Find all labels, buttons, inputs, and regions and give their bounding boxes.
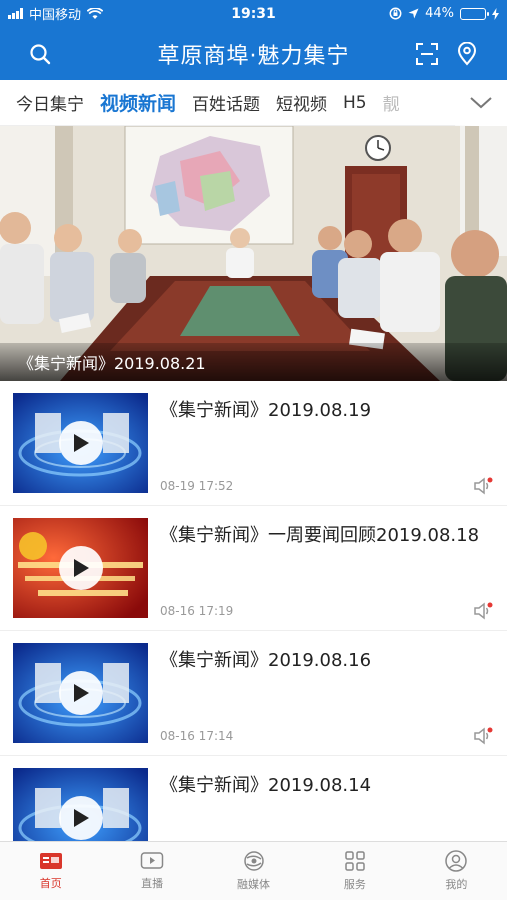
play-button[interactable]	[58, 421, 103, 465]
rotation-lock-icon	[389, 7, 402, 20]
chevron-down-icon	[470, 97, 492, 109]
news-title: 《集宁新闻》一周要闻回顾2019.08.18	[160, 525, 480, 546]
media-icon	[243, 851, 264, 871]
nav-media[interactable]: 融媒体	[203, 842, 304, 900]
video-thumbnail[interactable]	[13, 518, 148, 618]
news-date: 08-16 17:14	[160, 729, 234, 743]
category-tabs: 今日集宁 视频新闻 百姓话题 短视频 H5 靓	[0, 80, 507, 126]
battery-percent: 44%	[425, 6, 454, 21]
news-list: 《集宁新闻》2019.08.19 08-19 17:52 《集宁新闻》一周要闻回…	[0, 381, 507, 841]
news-date: 08-16 17:19	[160, 604, 234, 618]
tab-h5[interactable]: H5	[335, 93, 375, 113]
wifi-icon	[87, 7, 104, 19]
play-icon	[73, 684, 89, 702]
play-button[interactable]	[58, 546, 103, 590]
nav-services[interactable]: 服务	[304, 842, 405, 900]
location-arrow-icon	[408, 8, 419, 19]
location-button[interactable]	[447, 27, 487, 80]
status-bar: 中国移动 19:31 44%	[0, 0, 507, 27]
nav-services-label: 服务	[343, 878, 366, 891]
search-icon	[30, 43, 51, 64]
news-item[interactable]: 《集宁新闻》一周要闻回顾2019.08.18 08-16 17:19	[0, 506, 507, 631]
tab-public-topics[interactable]: 百姓话题	[184, 90, 268, 115]
video-thumbnail[interactable]	[13, 643, 148, 743]
nav-profile[interactable]: 我的	[406, 842, 507, 900]
news-title: 《集宁新闻》2019.08.14	[160, 775, 372, 796]
audio-icon[interactable]	[473, 727, 493, 745]
video-thumbnail[interactable]	[13, 393, 148, 493]
battery-icon	[460, 7, 489, 20]
search-button[interactable]	[20, 27, 60, 80]
hero-caption: 《集宁新闻》2019.08.21	[0, 343, 507, 381]
app-header: 中国移动 19:31 44% 草原商埠·魅力集宁	[0, 0, 507, 80]
nav-profile-label: 我的	[445, 878, 468, 891]
play-icon	[73, 434, 89, 452]
play-button[interactable]	[58, 796, 103, 840]
title-bar: 草原商埠·魅力集宁	[0, 27, 507, 80]
nav-live[interactable]: 直播	[101, 842, 202, 900]
more-tabs-button[interactable]	[455, 80, 507, 126]
status-time: 19:31	[231, 5, 276, 22]
news-item[interactable]: 《集宁新闻》2019.08.16 08-16 17:14	[0, 631, 507, 756]
audio-icon[interactable]	[473, 602, 493, 620]
home-icon	[39, 853, 62, 869]
nav-media-label: 融媒体	[237, 878, 271, 891]
news-item[interactable]: 《集宁新闻》2019.08.14	[0, 756, 507, 841]
play-button[interactable]	[58, 671, 103, 715]
news-title: 《集宁新闻》2019.08.16	[160, 650, 372, 671]
tab-video-news[interactable]: 视频新闻	[92, 89, 184, 116]
nav-home-label: 首页	[39, 877, 62, 890]
audio-icon[interactable]	[473, 477, 493, 495]
carrier-label: 中国移动	[29, 8, 82, 23]
play-icon	[73, 809, 89, 827]
news-title: 《集宁新闻》2019.08.19	[160, 400, 372, 421]
tab-partial[interactable]: 靓	[375, 90, 408, 115]
tab-today-jining[interactable]: 今日集宁	[0, 90, 92, 115]
news-date: 08-19 17:52	[160, 479, 234, 493]
location-icon	[457, 41, 477, 66]
bottom-nav: 首页 直播 融媒体 服务 我的	[0, 841, 507, 900]
tab-short-video[interactable]: 短视频	[268, 90, 335, 115]
page-title: 草原商埠·魅力集宁	[157, 43, 350, 69]
scan-button[interactable]	[407, 27, 447, 80]
charging-icon	[492, 7, 499, 20]
play-icon	[73, 559, 89, 577]
nav-home[interactable]: 首页	[0, 842, 101, 900]
video-thumbnail[interactable]	[13, 768, 148, 841]
news-item[interactable]: 《集宁新闻》2019.08.19 08-19 17:52	[0, 381, 507, 506]
live-icon	[140, 852, 164, 869]
signal-icon	[8, 8, 23, 19]
scan-icon	[416, 42, 438, 65]
nav-live-label: 直播	[141, 877, 164, 890]
hero-banner[interactable]: 《集宁新闻》2019.08.21	[0, 126, 507, 381]
user-icon	[445, 850, 468, 872]
grid-icon	[345, 851, 365, 871]
